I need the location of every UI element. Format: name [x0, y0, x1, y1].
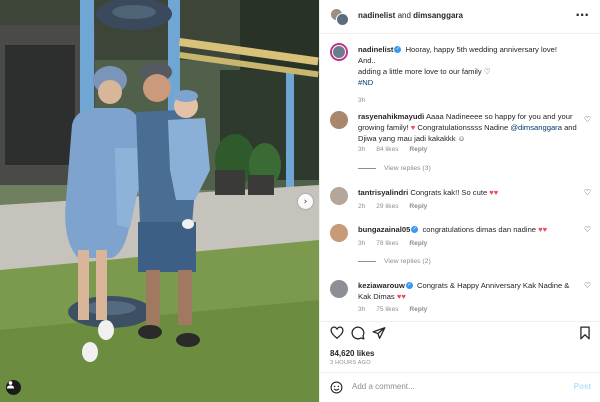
comment-icon[interactable]: [351, 326, 365, 340]
comment-username[interactable]: rasyenahikmayudi: [358, 112, 424, 121]
view-replies-button[interactable]: View replies (2): [358, 258, 431, 265]
caption-line: Hooray, happy 5th wedding anniversary lo…: [405, 45, 557, 54]
comment-meta: 2h 29 likes Reply: [358, 203, 436, 210]
comment-item: keziawarouw ✓ Congrats & Happy Anniversar…: [320, 278, 600, 318]
heart-icon[interactable]: ♡: [584, 281, 591, 290]
comment-item: bungazainal05 ✓ congratulations dimas dan…: [320, 222, 600, 282]
comment-input[interactable]: Add a comment...: [352, 382, 415, 391]
post-header: nadinelist and dimsanggara ···: [320, 0, 600, 34]
view-replies-label: View replies (3): [384, 165, 431, 172]
comments-list[interactable]: nadinelist ✓ Hooray, happy 5th wedding an…: [320, 35, 600, 321]
caption-line: And..: [358, 56, 376, 65]
comment-meta: 3h 75 likes Reply: [358, 306, 436, 313]
comment-text: rasyenahikmayudi Aaaa Nadineeee so happy…: [358, 111, 580, 144]
author-username[interactable]: dimsanggara: [413, 11, 463, 20]
timestamp[interactable]: 3h: [358, 240, 365, 247]
hashtag-link[interactable]: #ND: [358, 78, 373, 87]
heart-eyes-emoji: ♥♥: [396, 292, 406, 301]
comment-body: congratulations dimas dan nadine: [422, 225, 537, 234]
timestamp[interactable]: 3h: [358, 306, 365, 313]
next-image-button[interactable]: ›: [298, 194, 313, 209]
post-side-panel: nadinelist and dimsanggara ··· nadinelis…: [319, 0, 600, 402]
timestamp[interactable]: 2h: [358, 203, 365, 210]
emoji: ☺: [457, 134, 466, 143]
like-count[interactable]: 29 likes: [376, 203, 398, 210]
red-heart-emoji: ♥♥: [489, 188, 499, 197]
verified-icon: ✓: [394, 46, 402, 53]
user-tag-button[interactable]: [6, 380, 21, 395]
heart-icon[interactable]: ♡: [584, 188, 591, 197]
comment-text: tantrisyalindri Congrats kak!! So cute ♥…: [358, 187, 580, 198]
post-button[interactable]: Post: [574, 382, 591, 391]
like-count[interactable]: 84 likes: [376, 146, 398, 153]
caption-meta: 3h: [358, 97, 374, 104]
comment-body: Congrats kak!! So cute: [410, 188, 488, 197]
heart-eyes-emoji: ♥♥: [538, 225, 548, 234]
comment-body: Congratulationssss Nadine: [417, 123, 509, 132]
like-count[interactable]: 75 likes: [376, 306, 398, 313]
avatar[interactable]: [330, 43, 348, 61]
comment-meta: 3h 78 likes Reply: [358, 240, 436, 247]
timestamp[interactable]: 3h: [358, 97, 365, 104]
timestamp[interactable]: 3h: [358, 146, 365, 153]
reply-button[interactable]: Reply: [409, 203, 427, 210]
view-replies-button[interactable]: View replies (3): [358, 165, 431, 172]
reply-button[interactable]: Reply: [409, 306, 427, 313]
avatar[interactable]: [330, 280, 348, 298]
comment-text: bungazainal05 ✓ congratulations dimas dan…: [358, 224, 580, 235]
red-heart-emoji: ♥: [410, 123, 416, 132]
post-photo[interactable]: ›: [0, 0, 319, 402]
heart-icon[interactable]: ♡: [584, 115, 591, 124]
post-actions: 84,620 likes 3 HOURS AGO: [320, 321, 600, 371]
white-heart-icon: ♡: [483, 67, 491, 76]
caption: nadinelist ✓ Hooray, happy 5th wedding an…: [320, 43, 600, 104]
family-photo-image: [0, 0, 319, 402]
comment-composer: Add a comment... Post: [320, 372, 600, 402]
comment-text: keziawarouw ✓ Congrats & Happy Anniversar…: [358, 280, 580, 302]
collab-avatars[interactable]: [330, 8, 350, 26]
share-icon[interactable]: [372, 326, 386, 340]
and-label: and: [397, 11, 411, 20]
comment-username[interactable]: keziawarouw: [358, 281, 405, 290]
chevron-right-icon: ›: [303, 196, 308, 207]
like-count[interactable]: 78 likes: [376, 240, 398, 247]
likes-count[interactable]: 84,620 likes: [330, 349, 374, 358]
reply-button[interactable]: Reply: [409, 240, 427, 247]
more-options-icon[interactable]: ···: [575, 8, 589, 22]
verified-icon: ✓: [411, 226, 419, 233]
heart-icon[interactable]: ♡: [584, 225, 591, 234]
avatar[interactable]: [330, 187, 348, 205]
caption-line: adding a little more love to our family: [358, 67, 482, 76]
heart-icon[interactable]: [330, 326, 344, 340]
avatar[interactable]: [330, 111, 348, 129]
view-replies-label: View replies (2): [384, 258, 431, 265]
reply-button[interactable]: Reply: [409, 146, 427, 153]
avatar: [336, 13, 349, 26]
verified-icon: ✓: [405, 282, 413, 289]
comment-username[interactable]: tantrisyalindri: [358, 188, 408, 197]
post-authors: nadinelist and dimsanggara: [358, 11, 463, 20]
comment-item: rasyenahikmayudi Aaaa Nadineeee so happy…: [320, 109, 600, 189]
comment-username[interactable]: bungazainal05: [358, 225, 410, 234]
caption-text: nadinelist ✓ Hooray, happy 5th wedding an…: [358, 44, 580, 88]
emoji-icon[interactable]: [330, 381, 343, 394]
bookmark-icon[interactable]: [578, 326, 592, 340]
user-tag-icon: [6, 381, 15, 389]
author-username[interactable]: nadinelist: [358, 11, 395, 20]
avatar[interactable]: [330, 224, 348, 242]
comment-item: tantrisyalindri Congrats kak!! So cute ♥…: [320, 185, 600, 217]
caption-username[interactable]: nadinelist: [358, 45, 393, 54]
post-timestamp[interactable]: 3 HOURS AGO: [330, 360, 371, 366]
mention-link[interactable]: @dimsanggara: [510, 123, 562, 132]
comment-meta: 3h 84 likes Reply: [358, 146, 436, 153]
